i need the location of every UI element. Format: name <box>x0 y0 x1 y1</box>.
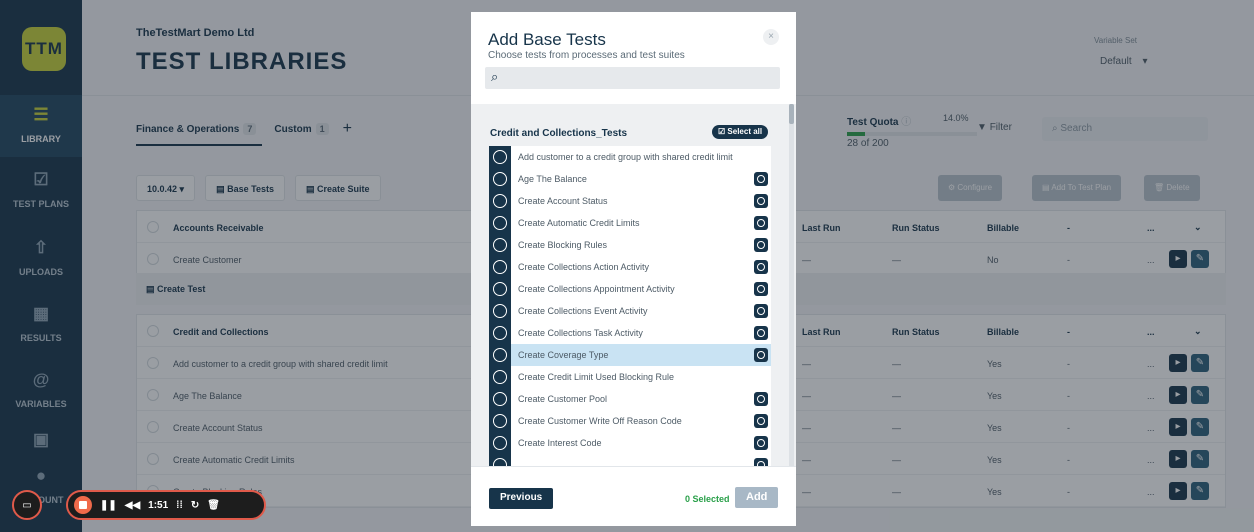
test-name: Create Customer Write Off Reason Code <box>518 416 682 426</box>
selected-count: 0 Selected <box>685 494 730 504</box>
modal-subtitle: Choose tests from processes and test sui… <box>488 50 685 61</box>
test-list-item[interactable]: Create Collections Event Activity <box>489 300 771 322</box>
recording-time: 1:51 <box>148 499 169 511</box>
radio-icon[interactable] <box>489 388 511 410</box>
preview-icon[interactable] <box>754 238 768 252</box>
button-label: Select all <box>727 127 763 136</box>
radio-icon[interactable] <box>489 190 511 212</box>
scrollbar-track[interactable] <box>789 104 794 466</box>
preview-icon[interactable] <box>754 216 768 230</box>
test-name: Create Collections Action Activity <box>518 262 650 272</box>
camera-icon: ▭ <box>22 499 32 511</box>
restart-icon[interactable]: ↻ <box>191 500 199 511</box>
preview-icon[interactable] <box>754 172 768 186</box>
add-button[interactable]: Add <box>735 487 779 508</box>
stop-icon <box>79 501 87 509</box>
radio-icon[interactable] <box>489 234 511 256</box>
rewind-icon[interactable]: ◀◀ <box>125 500 140 511</box>
radio-icon[interactable] <box>489 146 511 168</box>
test-list-item[interactable]: Create Collections Action Activity <box>489 256 771 278</box>
scrollbar-thumb[interactable] <box>789 104 794 124</box>
recording-controls: ❚❚ ◀◀ 1:51 ⁞⁞ ↻ 🗑 <box>66 490 266 520</box>
modal-search-input[interactable]: ⌕ <box>485 67 780 89</box>
test-list-item[interactable]: Create Blocking Rules <box>489 234 771 256</box>
radio-icon[interactable] <box>489 278 511 300</box>
test-name: Create Automatic Credit Limits <box>518 218 640 228</box>
test-name: Create Collections Appointment Activity <box>518 284 675 294</box>
close-icon[interactable]: × <box>763 29 779 45</box>
test-list-item[interactable]: Age The Balance <box>489 168 771 190</box>
test-name: Age The Balance <box>518 174 587 184</box>
test-list-item[interactable]: Add customer to a credit group with shar… <box>489 146 771 168</box>
search-icon: ⌕ <box>491 69 499 84</box>
radio-icon[interactable] <box>489 410 511 432</box>
grid-icon[interactable]: ⁞⁞ <box>176 500 183 511</box>
radio-icon[interactable] <box>489 432 511 454</box>
preview-icon[interactable] <box>754 458 768 466</box>
camera-button[interactable]: ▭ <box>12 490 42 520</box>
stop-recording-button[interactable] <box>74 496 92 514</box>
preview-icon[interactable] <box>754 348 768 362</box>
suite-title: Credit and Collections_Tests <box>490 128 628 139</box>
radio-icon[interactable] <box>489 212 511 234</box>
trash-icon[interactable]: 🗑 <box>207 500 220 511</box>
test-name: Create Coverage Type <box>518 350 609 360</box>
test-list-item[interactable]: Create Automatic Credit Limits <box>489 212 771 234</box>
test-list-item[interactable] <box>489 454 771 466</box>
preview-icon[interactable] <box>754 326 768 340</box>
modal-title: Add Base Tests <box>488 30 606 49</box>
preview-icon[interactable] <box>754 436 768 450</box>
checklist-icon: ☑ <box>718 127 728 136</box>
radio-icon[interactable] <box>489 344 511 366</box>
test-list-item[interactable]: Create Collections Task Activity <box>489 322 771 344</box>
modal-body: Credit and Collections_Tests ☑ Select al… <box>471 104 796 466</box>
preview-icon[interactable] <box>754 414 768 428</box>
add-base-tests-modal: Add Base Tests Choose tests from process… <box>471 12 796 526</box>
previous-button[interactable]: Previous <box>489 488 554 509</box>
select-all-button[interactable]: ☑ Select all <box>712 125 769 139</box>
test-list-item[interactable]: Create Credit Limit Used Blocking Rule <box>489 366 771 388</box>
modal-footer: Previous 0 Selected Add <box>471 466 796 526</box>
preview-icon[interactable] <box>754 392 768 406</box>
test-name: Create Interest Code <box>518 438 602 448</box>
pause-icon[interactable]: ❚❚ <box>100 500 117 511</box>
radio-icon[interactable] <box>489 300 511 322</box>
test-name: Create Credit Limit Used Blocking Rule <box>518 372 675 382</box>
test-list-item[interactable]: Create Customer Pool <box>489 388 771 410</box>
test-name: Create Collections Event Activity <box>518 306 648 316</box>
radio-icon[interactable] <box>489 256 511 278</box>
test-name: Create Blocking Rules <box>518 240 608 250</box>
preview-icon[interactable] <box>754 260 768 274</box>
radio-icon[interactable] <box>489 322 511 344</box>
test-name: Create Customer Pool <box>518 394 608 404</box>
test-name: Add customer to a credit group with shar… <box>518 152 733 162</box>
test-name: Create Account Status <box>518 196 608 206</box>
radio-icon[interactable] <box>489 454 511 466</box>
test-list-item[interactable]: Create Collections Appointment Activity <box>489 278 771 300</box>
test-list: Add customer to a credit group with shar… <box>489 146 771 466</box>
preview-icon[interactable] <box>754 304 768 318</box>
preview-icon[interactable] <box>754 282 768 296</box>
test-list-item[interactable]: Create Account Status <box>489 190 771 212</box>
test-list-item[interactable]: Create Interest Code <box>489 432 771 454</box>
radio-icon[interactable] <box>489 168 511 190</box>
test-name: Create Collections Task Activity <box>518 328 643 338</box>
test-list-item[interactable]: Create Customer Write Off Reason Code <box>489 410 771 432</box>
test-list-item[interactable]: Create Coverage Type <box>489 344 771 366</box>
preview-icon[interactable] <box>754 194 768 208</box>
radio-icon[interactable] <box>489 366 511 388</box>
